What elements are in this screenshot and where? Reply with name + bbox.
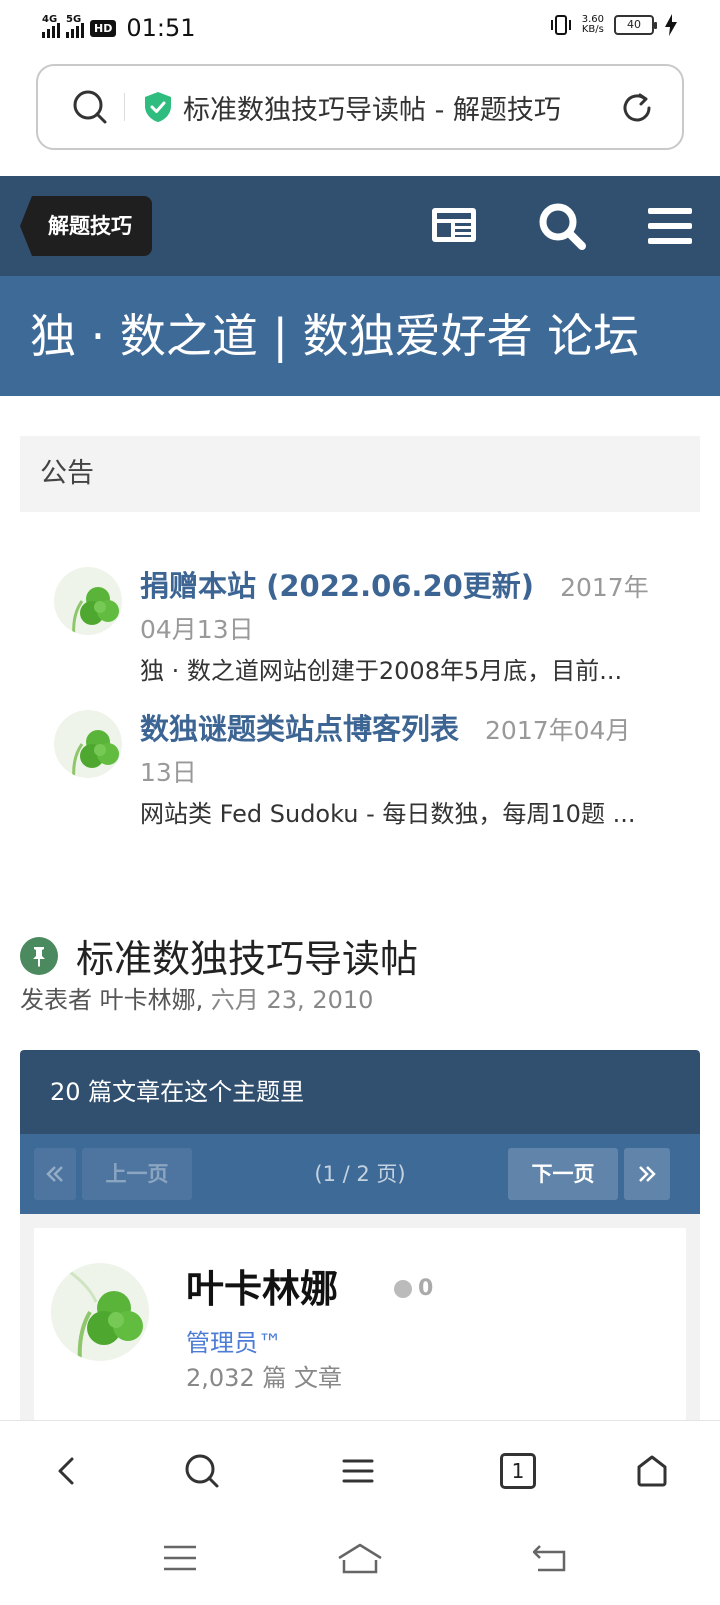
breadcrumb-label[interactable]: 解题技巧 <box>32 196 152 256</box>
hd-voice-icon: HD <box>90 19 117 37</box>
battery-level: 40 <box>627 18 641 31</box>
tabs-icon[interactable]: 1 <box>500 1453 536 1489</box>
search-icon[interactable] <box>184 1453 220 1489</box>
announcement-text: 捐赠本站 (2022.06.20更新) 2017年 04月13日 独 · 数之道网… <box>140 565 680 691</box>
home-icon[interactable] <box>336 1542 384 1576</box>
search-icon[interactable] <box>536 200 588 252</box>
signal-5g-icon: 5G <box>66 14 84 38</box>
last-page-button[interactable] <box>624 1148 670 1200</box>
reputation-badge: 0 <box>394 1276 433 1301</box>
author-avatar[interactable] <box>50 1262 150 1362</box>
status-bar: 4G 5G HD 01:51 3.60 KB/s 40 <box>0 0 720 56</box>
back-icon[interactable] <box>530 1542 568 1574</box>
announcement-snippet: 网站类 Fed Sudoku - 每日数独，每周10题 ... <box>140 800 636 828</box>
reload-icon[interactable] <box>618 89 656 127</box>
announcement-date: 2017年04月 <box>485 716 631 745</box>
topic-author-line: 发表者 叶卡林娜, <box>20 986 211 1014</box>
author-name[interactable]: 叶卡林娜 <box>186 1258 338 1313</box>
author-role: 管理员™ <box>186 1329 282 1357</box>
pagination: (1 / 2 页) 上一页 下一页 <box>20 1134 700 1214</box>
signal-4g-icon: 4G <box>42 14 60 38</box>
double-chevron-left-icon <box>46 1166 63 1182</box>
divider <box>124 93 125 121</box>
announcement-title-line[interactable]: 数独谜题类站点博客列表 2017年04月 <box>140 708 680 752</box>
recent-apps-icon[interactable] <box>162 1542 198 1574</box>
battery-icon: 40 <box>614 15 657 35</box>
author-post-count: 2,032 篇 文章 <box>186 1364 342 1392</box>
breadcrumb-arrow <box>20 196 32 256</box>
reputation-dot-icon <box>394 1279 412 1298</box>
site-title[interactable]: 独 · 数之道 | 数独爱好者 论坛 <box>0 276 720 396</box>
charging-icon <box>665 14 677 36</box>
browser-toolbar: 1 <box>0 1420 720 1520</box>
post-card: 叶卡林娜 0 管理员™ 2,032 篇 文章 <box>34 1228 686 1428</box>
reputation-value: 0 <box>418 1276 434 1301</box>
home-icon[interactable] <box>634 1453 670 1489</box>
clock: 01:51 <box>126 14 196 42</box>
announcement-snippet: 独 · 数之道网站创建于2008年5月底，目前... <box>140 657 623 685</box>
announcement-date-cont: 13日 <box>140 758 197 787</box>
status-right: 3.60 KB/s 40 <box>550 14 678 36</box>
post-count-bar: 20 篇文章在这个主题里 <box>20 1050 700 1134</box>
breadcrumb[interactable]: 解题技巧 <box>20 196 152 256</box>
announcement-title[interactable]: 数独谜题类站点博客列表 <box>140 712 459 746</box>
status-left: 4G 5G HD 01:51 <box>42 14 196 42</box>
net-speed-unit: KB/s <box>581 24 604 35</box>
menu-icon[interactable] <box>340 1453 376 1489</box>
announcements-heading: 公告 <box>20 436 700 512</box>
prev-page-button[interactable]: 上一页 <box>82 1148 192 1200</box>
announcement-date: 2017年 <box>560 573 649 602</box>
topic-date: 六月 23, 2010 <box>210 986 374 1014</box>
vibrate-icon <box>550 15 571 35</box>
announcement-title-line[interactable]: 捐赠本站 (2022.06.20更新) 2017年 <box>140 565 680 609</box>
double-chevron-right-icon <box>639 1166 656 1182</box>
back-icon[interactable] <box>50 1453 86 1489</box>
tab-count: 1 <box>511 1459 525 1483</box>
post-container: 叶卡林娜 0 管理员™ 2,032 篇 文章 <box>20 1214 700 1428</box>
url-text[interactable]: 标准数独技巧导读帖 - 解题技巧 <box>183 88 583 127</box>
announcement-title[interactable]: 捐赠本站 (2022.06.20更新) <box>140 569 534 603</box>
pinned-icon <box>20 936 58 975</box>
secure-shield-icon <box>145 92 171 122</box>
news-icon[interactable] <box>430 200 480 252</box>
announcement-text: 数独谜题类站点博客列表 2017年04月 13日 网站类 Fed Sudoku -… <box>140 708 680 834</box>
menu-icon[interactable] <box>646 200 694 252</box>
system-nav-bar <box>0 1520 720 1605</box>
first-page-button[interactable] <box>34 1148 76 1200</box>
search-icon[interactable] <box>70 87 110 127</box>
announcement-date-cont: 04月13日 <box>140 615 254 644</box>
topic-meta: 发表者 叶卡林娜, 六月 23, 2010 <box>20 980 373 1015</box>
clover-avatar <box>54 567 122 635</box>
topic-title: 标准数独技巧导读帖 <box>76 937 419 981</box>
topic-title-row: 标准数独技巧导读帖 <box>20 928 418 983</box>
network-label: 5G <box>66 14 82 25</box>
next-page-button[interactable]: 下一页 <box>508 1148 618 1200</box>
net-speed: 3.60 KB/s <box>582 15 604 35</box>
clover-avatar <box>54 710 122 778</box>
site-navbar: 解题技巧 <box>0 176 720 276</box>
url-bar[interactable]: 标准数独技巧导读帖 - 解题技巧 <box>36 64 684 150</box>
network-label: 4G <box>42 14 58 25</box>
